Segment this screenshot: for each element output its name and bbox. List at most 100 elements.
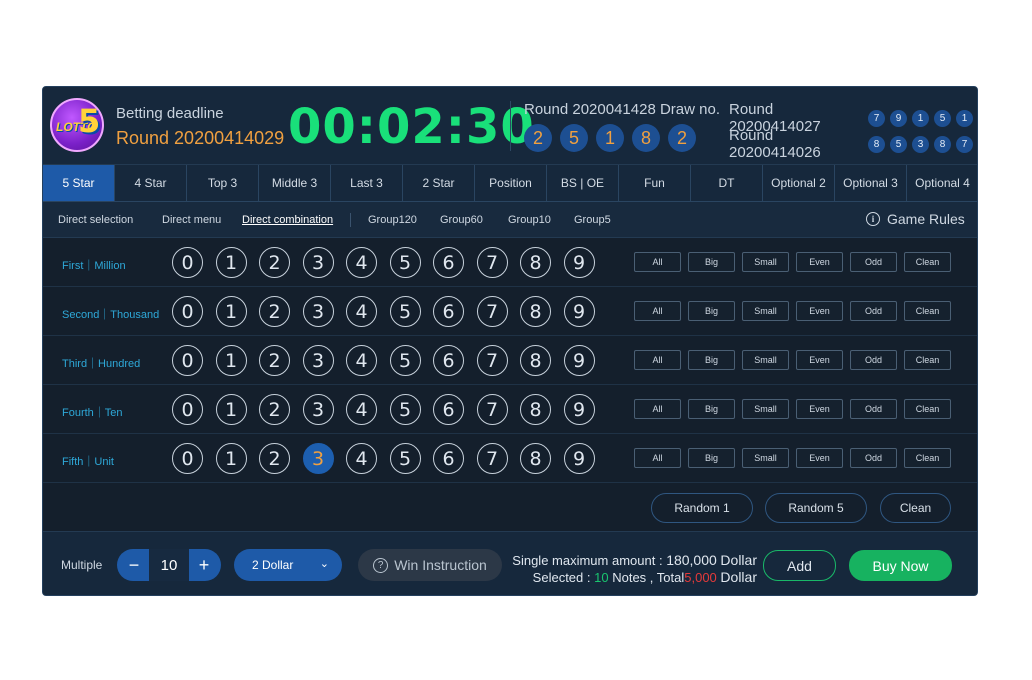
quick-all-button[interactable]: All <box>634 301 681 321</box>
quick-clean-button[interactable]: Clean <box>904 448 951 468</box>
game-rules-link[interactable]: i Game Rules <box>866 211 965 227</box>
multiple-value[interactable]: 10 <box>149 549 189 581</box>
subtab-group60[interactable]: Group60 <box>440 214 483 226</box>
digit-ball[interactable]: 7 <box>476 296 508 327</box>
quick-small-button[interactable]: Small <box>742 252 789 272</box>
digit-ball[interactable]: 5 <box>389 394 421 425</box>
quick-clean-button[interactable]: Clean <box>904 399 951 419</box>
quick-even-button[interactable]: Even <box>796 399 843 419</box>
quick-odd-button[interactable]: Odd <box>850 448 897 468</box>
tab-dt[interactable]: DT <box>691 165 763 201</box>
digit-ball[interactable]: 2 <box>259 296 290 327</box>
subtab-group5[interactable]: Group5 <box>574 214 611 226</box>
random-1-button[interactable]: Random 1 <box>651 493 753 523</box>
digit-ball[interactable]: 0 <box>172 345 203 376</box>
digit-ball[interactable]: 8 <box>520 443 551 474</box>
quick-clean-button[interactable]: Clean <box>904 350 951 370</box>
tab-2-star[interactable]: 2 Star <box>403 165 475 201</box>
digit-ball[interactable]: 1 <box>215 345 247 376</box>
digit-ball[interactable]: 0 <box>172 443 203 474</box>
quick-small-button[interactable]: Small <box>742 350 789 370</box>
tab-last-3[interactable]: Last 3 <box>331 165 403 201</box>
digit-ball[interactable]: 0 <box>172 296 203 327</box>
quick-small-button[interactable]: Small <box>742 399 789 419</box>
quick-even-button[interactable]: Even <box>796 301 843 321</box>
digit-ball[interactable]: 4 <box>346 443 377 474</box>
subtab-direct-selection[interactable]: Direct selection <box>58 214 133 226</box>
subtab-direct-combination[interactable]: Direct combination <box>242 214 333 226</box>
random-5-button[interactable]: Random 5 <box>765 493 867 523</box>
digit-ball[interactable]: 6 <box>433 394 464 425</box>
tab-4-star[interactable]: 4 Star <box>115 165 187 201</box>
digit-ball[interactable]: 4 <box>346 394 377 425</box>
win-instruction-button[interactable]: ? Win Instruction <box>358 549 502 581</box>
quick-small-button[interactable]: Small <box>742 448 789 468</box>
tab-5-star[interactable]: 5 Star <box>43 165 115 201</box>
digit-ball[interactable]: 8 <box>520 296 551 327</box>
digit-ball[interactable]: 6 <box>433 296 464 327</box>
digit-ball[interactable]: 1 <box>215 443 247 474</box>
digit-ball[interactable]: 6 <box>433 247 464 278</box>
digit-ball[interactable]: 7 <box>476 247 508 278</box>
digit-ball[interactable]: 4 <box>346 345 377 376</box>
digit-ball[interactable]: 8 <box>520 394 551 425</box>
quick-odd-button[interactable]: Odd <box>850 252 897 272</box>
quick-clean-button[interactable]: Clean <box>904 252 951 272</box>
digit-ball[interactable]: 1 <box>215 296 247 327</box>
tab-optional-3[interactable]: Optional 3 <box>835 165 907 201</box>
digit-ball[interactable]: 2 <box>259 443 290 474</box>
digit-ball[interactable]: 9 <box>563 247 595 278</box>
quick-big-button[interactable]: Big <box>688 448 735 468</box>
digit-ball[interactable]: 9 <box>563 345 595 376</box>
digit-ball[interactable]: 9 <box>563 394 595 425</box>
digit-ball[interactable]: 3 <box>302 345 334 376</box>
subtab-group10[interactable]: Group10 <box>508 214 551 226</box>
digit-ball[interactable]: 3 <box>302 394 334 425</box>
buy-now-button[interactable]: Buy Now <box>849 550 952 581</box>
minus-button[interactable]: − <box>119 549 149 581</box>
digit-ball[interactable]: 7 <box>476 443 508 474</box>
digit-ball[interactable]: 2 <box>259 247 290 278</box>
subtab-group120[interactable]: Group120 <box>368 214 417 226</box>
quick-all-button[interactable]: All <box>634 448 681 468</box>
digit-ball[interactable]: 6 <box>433 345 464 376</box>
quick-all-button[interactable]: All <box>634 350 681 370</box>
quick-odd-button[interactable]: Odd <box>850 301 897 321</box>
digit-ball[interactable]: 4 <box>346 296 377 327</box>
quick-all-button[interactable]: All <box>634 399 681 419</box>
quick-odd-button[interactable]: Odd <box>850 399 897 419</box>
quick-big-button[interactable]: Big <box>688 350 735 370</box>
unit-select[interactable]: 2 Dollar ⌄ <box>234 549 342 581</box>
quick-small-button[interactable]: Small <box>742 301 789 321</box>
add-button[interactable]: Add <box>763 550 836 581</box>
quick-even-button[interactable]: Even <box>796 350 843 370</box>
digit-ball[interactable]: 0 <box>172 394 203 425</box>
tab-optional-2[interactable]: Optional 2 <box>763 165 835 201</box>
tab-optional-4[interactable]: Optional 4 <box>907 165 977 201</box>
quick-even-button[interactable]: Even <box>796 252 843 272</box>
clean-all-button[interactable]: Clean <box>880 493 951 523</box>
quick-odd-button[interactable]: Odd <box>850 350 897 370</box>
digit-ball[interactable]: 7 <box>476 345 508 376</box>
digit-ball[interactable]: 9 <box>563 443 595 474</box>
digit-ball[interactable]: 2 <box>259 394 290 425</box>
subtab-direct-menu[interactable]: Direct menu <box>162 214 221 226</box>
quick-big-button[interactable]: Big <box>688 399 735 419</box>
tab-bs-oe[interactable]: BS | OE <box>547 165 619 201</box>
digit-ball[interactable]: 9 <box>563 296 595 327</box>
quick-clean-button[interactable]: Clean <box>904 301 951 321</box>
digit-ball[interactable]: 0 <box>172 247 203 278</box>
digit-ball[interactable]: 3 <box>302 296 334 327</box>
digit-ball[interactable]: 3 <box>302 443 334 474</box>
digit-ball[interactable]: 7 <box>476 394 508 425</box>
tab-position[interactable]: Position <box>475 165 547 201</box>
digit-ball[interactable]: 5 <box>389 443 421 474</box>
digit-ball[interactable]: 8 <box>520 345 551 376</box>
tab-fun[interactable]: Fun <box>619 165 691 201</box>
tab-top-3[interactable]: Top 3 <box>187 165 259 201</box>
quick-big-button[interactable]: Big <box>688 301 735 321</box>
tab-middle-3[interactable]: Middle 3 <box>259 165 331 201</box>
digit-ball[interactable]: 3 <box>302 247 334 278</box>
quick-all-button[interactable]: All <box>634 252 681 272</box>
digit-ball[interactable]: 4 <box>346 247 377 278</box>
